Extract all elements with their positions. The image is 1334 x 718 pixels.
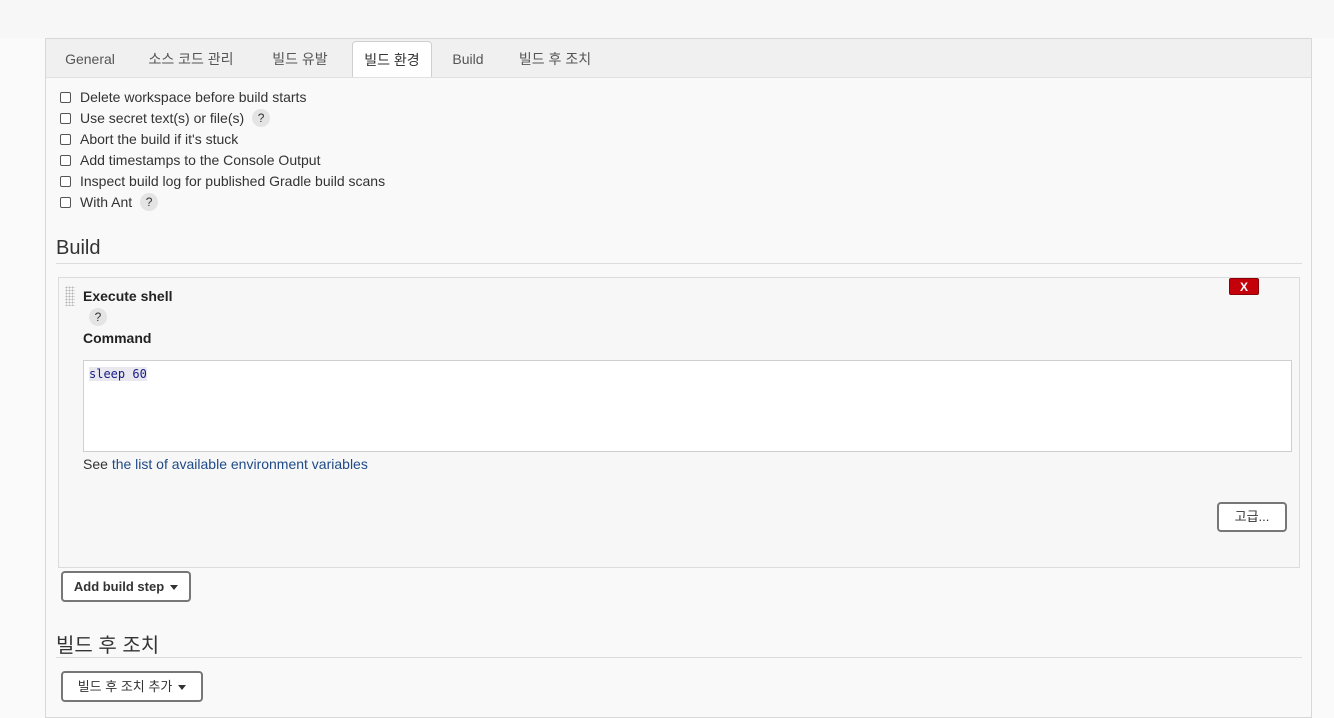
- tab-bar: General 소스 코드 관리 빌드 유발 빌드 환경 Build 빌드 후 …: [46, 39, 1311, 78]
- option-gradle-scans: Inspect build log for published Gradle b…: [60, 171, 385, 191]
- option-secret-text: Use secret text(s) or file(s) ?: [60, 108, 271, 128]
- env-prefix: See: [83, 456, 108, 472]
- tab-build-triggers[interactable]: 빌드 유발: [261, 41, 339, 77]
- option-timestamps: Add timestamps to the Console Output: [60, 150, 320, 170]
- option-label: Use secret text(s) or file(s): [80, 110, 245, 126]
- tab-source-code-management[interactable]: 소스 코드 관리: [136, 41, 246, 77]
- divider: [56, 263, 1302, 264]
- checkbox-gradle-scans[interactable]: [60, 175, 71, 187]
- top-bar: [0, 0, 1334, 38]
- add-post-build-action-button[interactable]: 빌드 후 조치 추가: [61, 671, 203, 702]
- help-icon[interactable]: ?: [89, 308, 107, 326]
- add-post-build-action-label: 빌드 후 조치 추가: [77, 679, 173, 694]
- help-icon[interactable]: ?: [252, 109, 271, 127]
- command-label: Command: [83, 330, 152, 346]
- add-build-step-button[interactable]: Add build step: [61, 571, 191, 602]
- delete-step-button[interactable]: X: [1229, 278, 1259, 295]
- option-label: Inspect build log for published Gradle b…: [80, 173, 386, 189]
- post-build-section-title: 빌드 후 조치: [56, 635, 160, 657]
- option-delete-workspace: Delete workspace before build starts: [60, 87, 306, 107]
- divider: [56, 657, 1302, 658]
- help-icon[interactable]: ?: [140, 193, 159, 211]
- caret-down-icon: [170, 585, 179, 591]
- tab-post-build-actions[interactable]: 빌드 후 조치: [508, 41, 602, 77]
- option-label: Abort the build if it's stuck: [80, 131, 239, 147]
- command-textarea[interactable]: sleep 60: [83, 360, 1292, 452]
- advanced-button[interactable]: 고급...: [1217, 502, 1287, 532]
- option-label: Delete workspace before build starts: [80, 89, 307, 105]
- option-label: With Ant: [80, 194, 133, 210]
- command-text: sleep 60: [89, 367, 147, 381]
- tab-build[interactable]: Build: [444, 41, 492, 77]
- env-variables-note: See the list of available environment va…: [83, 456, 368, 472]
- checkbox-with-ant[interactable]: [60, 196, 71, 208]
- option-abort-stuck: Abort the build if it's stuck: [60, 129, 238, 149]
- checkbox-abort-stuck[interactable]: [60, 133, 71, 145]
- add-build-step-label: Add build step: [73, 579, 165, 594]
- checkbox-timestamps[interactable]: [60, 154, 71, 166]
- option-with-ant: With Ant ?: [60, 192, 159, 212]
- step-title: Execute shell: [83, 288, 173, 304]
- tab-build-environment[interactable]: 빌드 환경: [352, 41, 432, 77]
- drag-handle-icon[interactable]: [65, 286, 75, 306]
- checkbox-delete-workspace[interactable]: [60, 91, 71, 103]
- execute-shell-step: Execute shell X ? Command sleep 60 See t…: [58, 277, 1300, 568]
- tab-general[interactable]: General: [56, 41, 124, 77]
- env-variables-link[interactable]: the list of available environment variab…: [112, 456, 368, 472]
- config-panel: General 소스 코드 관리 빌드 유발 빌드 환경 Build 빌드 후 …: [45, 38, 1312, 718]
- caret-down-icon: [178, 685, 187, 691]
- option-label: Add timestamps to the Console Output: [80, 152, 321, 168]
- build-section-title: Build: [56, 237, 101, 259]
- checkbox-secret-text[interactable]: [60, 112, 71, 124]
